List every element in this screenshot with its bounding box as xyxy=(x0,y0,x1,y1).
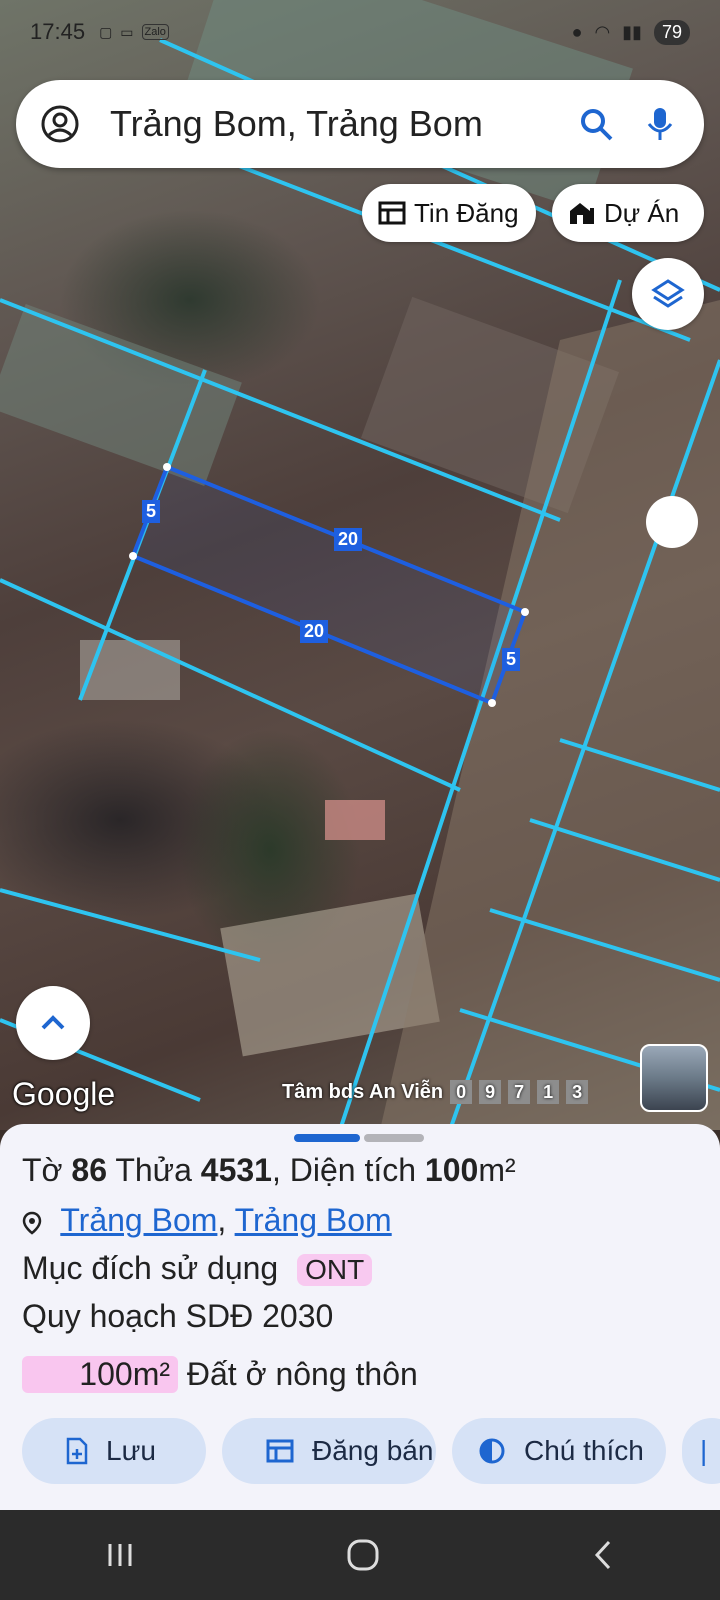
watermark: Tâm bds An Viễn 0 9 7 1 3 xyxy=(282,1080,589,1104)
parcel-side-label: 20 xyxy=(300,620,329,643)
contrast-icon xyxy=(479,1438,505,1464)
watermark-name: Tâm bds An Viễn xyxy=(282,1080,444,1103)
back-icon[interactable] xyxy=(591,1539,615,1571)
status-time: 17:45 xyxy=(30,19,86,44)
watermark-digit: 0 xyxy=(450,1080,473,1104)
screenshot-icon: ▢ xyxy=(99,23,113,40)
watermark-digit: 7 xyxy=(508,1080,531,1104)
sell-button[interactable]: Đăng bán xyxy=(222,1418,436,1484)
signal-icon: ▮▮ xyxy=(622,21,642,42)
table-icon xyxy=(378,201,406,225)
map-control-dot[interactable] xyxy=(646,496,698,548)
map-overlay xyxy=(0,0,720,1130)
status-bar: 17:45 ▢ ▭ Zalo ● ◠ ▮▮ 79 xyxy=(30,14,690,50)
building-icon xyxy=(570,203,594,224)
listings-label: Tin Đăng xyxy=(414,197,519,228)
search-bar[interactable]: Trảng Bom, Trảng Bom xyxy=(16,80,704,168)
layers-icon xyxy=(651,279,685,308)
land-use-code-badge: ONT xyxy=(297,1254,373,1286)
watermark-digit: 3 xyxy=(566,1080,589,1104)
google-attribution: Google xyxy=(12,1076,116,1112)
parcel-side-label: 5 xyxy=(142,500,161,523)
location-icon: ● xyxy=(571,21,583,42)
more-action-edge: | xyxy=(700,1435,708,1466)
search-input[interactable]: Trảng Bom, Trảng Bom xyxy=(110,103,576,145)
sheet-handle[interactable] xyxy=(294,1134,360,1142)
save-label: Lưu xyxy=(106,1435,156,1466)
planning-area-badge: 100m² xyxy=(22,1356,178,1393)
account-icon[interactable] xyxy=(40,104,80,144)
home-icon[interactable] xyxy=(346,1538,380,1572)
legend-button[interactable]: Chú thích xyxy=(452,1418,666,1484)
projects-label: Dự Án xyxy=(604,197,680,228)
table-icon xyxy=(266,1439,294,1463)
location-pin-icon xyxy=(22,1211,42,1235)
chevron-up-icon xyxy=(41,1015,65,1030)
sell-label: Đăng bán xyxy=(312,1435,434,1466)
battery-icon: 79 xyxy=(653,19,690,45)
sheet-handle-secondary[interactable] xyxy=(364,1134,424,1142)
planning-row: 100m² Đất ở nông thôn xyxy=(22,1356,418,1393)
system-nav-bar xyxy=(0,1510,720,1600)
projects-button[interactable]: Dự Án xyxy=(552,184,704,242)
land-use-purpose: Mục đích sử dụng ONT xyxy=(22,1250,373,1287)
expand-up-button[interactable] xyxy=(16,986,90,1060)
map-view[interactable]: 5 20 20 5 xyxy=(0,0,720,1130)
zalo-icon: Zalo xyxy=(141,24,169,40)
avatar xyxy=(640,1044,708,1112)
wifi-icon: ◠ xyxy=(594,21,611,42)
layers-button[interactable] xyxy=(632,258,704,330)
parcel-location: Trảng Bom, Trảng Bom xyxy=(22,1202,392,1239)
save-button[interactable]: Lưu xyxy=(22,1418,206,1484)
location-link-commune[interactable]: Trảng Bom xyxy=(235,1202,392,1238)
listings-button[interactable]: Tin Đăng xyxy=(362,184,536,242)
cast-icon: ▭ xyxy=(120,23,134,40)
add-file-icon xyxy=(66,1437,88,1465)
watermark-digit: 1 xyxy=(537,1080,560,1104)
parcel-title: Tờ 86 Thửa 4531, Diện tích 100m² xyxy=(22,1152,516,1188)
planning-title: Quy hoạch SDĐ 2030 xyxy=(22,1298,334,1334)
legend-label: Chú thích xyxy=(524,1435,644,1466)
mic-icon[interactable] xyxy=(640,104,680,144)
parcel-side-label: 20 xyxy=(334,528,363,551)
search-icon[interactable] xyxy=(576,104,616,144)
parcel-side-label: 5 xyxy=(502,648,521,671)
location-link-district[interactable]: Trảng Bom xyxy=(60,1202,217,1238)
planning-type: Đất ở nông thôn xyxy=(186,1356,418,1392)
watermark-digit: 9 xyxy=(479,1080,502,1104)
recent-apps-icon[interactable] xyxy=(105,1541,135,1569)
